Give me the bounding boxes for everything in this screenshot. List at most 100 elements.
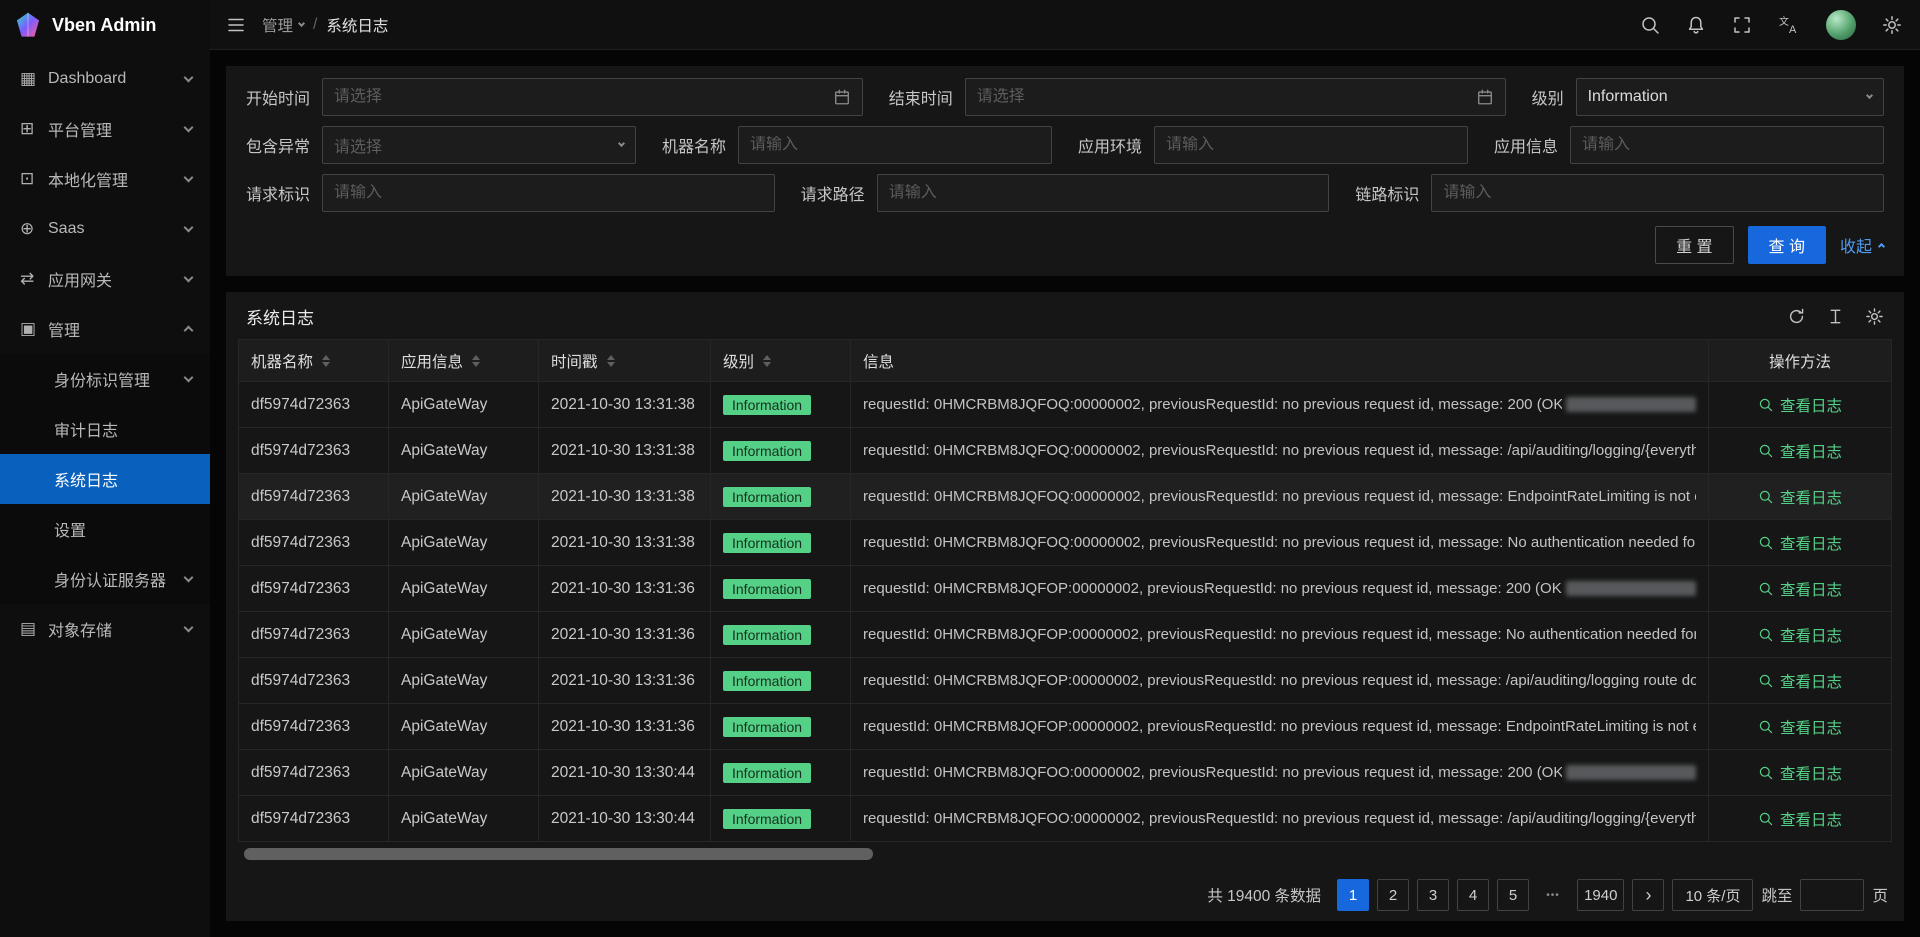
table-row[interactable]: df5974d72363 ApiGateWay 2021-10-30 13:31…	[239, 428, 1891, 474]
view-log-button[interactable]: 查看日志	[1758, 578, 1842, 600]
cell-machine-name: df5974d72363	[239, 566, 389, 611]
breadcrumb-parent[interactable]: 管理	[262, 14, 304, 36]
sidebar-item[interactable]: 设置	[0, 504, 210, 554]
row-height-icon[interactable]	[1826, 307, 1845, 326]
page-button[interactable]: 1940	[1577, 879, 1624, 911]
column-header[interactable]: 级别	[711, 340, 851, 381]
machine-name-control[interactable]	[738, 126, 1052, 164]
column-settings-gear-icon[interactable]	[1865, 307, 1884, 326]
request-path-input[interactable]	[889, 184, 1318, 202]
cell-machine-name: df5974d72363	[239, 382, 389, 427]
logo[interactable]: Vben Admin	[0, 0, 210, 50]
menu-fold-icon[interactable]	[226, 15, 246, 35]
filter-field-app-info: 应用信息	[1494, 126, 1884, 164]
translate-icon[interactable]: 文 A	[1778, 15, 1800, 35]
end-time-input[interactable]	[977, 88, 1468, 106]
table-row[interactable]: df5974d72363 ApiGateWay 2021-10-30 13:30…	[239, 796, 1891, 842]
column-header[interactable]: 时间戳	[539, 340, 711, 381]
sort-icon[interactable]	[763, 355, 771, 367]
view-log-button[interactable]: 查看日志	[1758, 440, 1842, 462]
breadcrumb-separator: /	[313, 16, 317, 34]
table-row[interactable]: df5974d72363 ApiGateWay 2021-10-30 13:31…	[239, 520, 1891, 566]
trace-id-input[interactable]	[1443, 184, 1872, 202]
column-header[interactable]: 操作方法	[1709, 340, 1891, 381]
column-header[interactable]: 应用信息	[389, 340, 539, 381]
request-id-control[interactable]	[322, 174, 775, 212]
request-path-control[interactable]	[877, 174, 1330, 212]
fullscreen-icon[interactable]	[1732, 15, 1752, 35]
page-button[interactable]: 4	[1457, 879, 1489, 911]
sidebar-item[interactable]: ⊡ 本地化管理	[0, 154, 210, 204]
sort-icon[interactable]	[322, 355, 330, 367]
sidebar-item[interactable]: 系统日志	[0, 454, 210, 504]
page-button[interactable]: 2	[1377, 879, 1409, 911]
content: 开始时间 结束时间	[210, 50, 1920, 937]
cell-app-info: ApiGateWay	[389, 704, 539, 749]
column-header[interactable]: 机器名称	[239, 340, 389, 381]
exception-select[interactable]: 请选择	[322, 126, 636, 164]
avatar[interactable]	[1826, 10, 1856, 40]
collapse-link[interactable]: 收起	[1840, 233, 1884, 257]
app-env-input[interactable]	[1166, 136, 1456, 154]
app-info-control[interactable]	[1570, 126, 1884, 164]
sidebar-menu: ▦ Dashboard ⊞ 平台管理 ⊡ 本地化管理 ⊕ Saas ⇄ 应用网关	[0, 50, 210, 937]
sidebar-item[interactable]: 审计日志	[0, 404, 210, 454]
view-log-button[interactable]: 查看日志	[1758, 808, 1842, 830]
table-row[interactable]: df5974d72363 ApiGateWay 2021-10-30 13:31…	[239, 704, 1891, 750]
table-row[interactable]: df5974d72363 ApiGateWay 2021-10-30 13:31…	[239, 382, 1891, 428]
page-buttons: 1 2 3 4 5 ••• 1940	[1337, 879, 1664, 911]
view-log-button[interactable]: 查看日志	[1758, 762, 1842, 784]
exception-select-placeholder: 请选择	[334, 133, 611, 157]
table-row[interactable]: df5974d72363 ApiGateWay 2021-10-30 13:31…	[239, 566, 1891, 612]
table-row[interactable]: df5974d72363 ApiGateWay 2021-10-30 13:30…	[239, 750, 1891, 796]
sidebar-item[interactable]: ▣ 管理	[0, 304, 210, 354]
cell-level: Information	[711, 382, 851, 427]
column-header[interactable]: 信息	[851, 340, 1709, 381]
page-button[interactable]: 1	[1337, 879, 1369, 911]
sidebar-item[interactable]: ▤ 对象存储	[0, 604, 210, 654]
horizontal-scrollbar[interactable]	[238, 848, 1892, 860]
search-icon[interactable]	[1640, 15, 1660, 35]
sidebar-item[interactable]: ⇄ 应用网关	[0, 254, 210, 304]
view-log-button[interactable]: 查看日志	[1758, 624, 1842, 646]
machine-name-input[interactable]	[750, 136, 1040, 154]
page-button[interactable]: 3	[1417, 879, 1449, 911]
reset-button[interactable]: 重 置	[1655, 226, 1733, 264]
page-button[interactable]: ›	[1632, 879, 1664, 911]
start-time-input[interactable]	[334, 88, 825, 106]
page-size-select[interactable]: 10 条/页	[1672, 879, 1753, 911]
cell-level: Information	[711, 704, 851, 749]
page-button[interactable]: •••	[1537, 879, 1569, 911]
sort-icon[interactable]	[607, 355, 615, 367]
view-log-button[interactable]: 查看日志	[1758, 486, 1842, 508]
end-time-picker[interactable]	[965, 78, 1506, 116]
sidebar-item[interactable]: ▦ Dashboard	[0, 54, 210, 104]
request-id-input[interactable]	[334, 184, 763, 202]
table-row[interactable]: df5974d72363 ApiGateWay 2021-10-30 13:31…	[239, 658, 1891, 704]
app-env-control[interactable]	[1154, 126, 1468, 164]
settings-gear-icon[interactable]	[1882, 15, 1902, 35]
scrollbar-thumb[interactable]	[244, 848, 873, 860]
table-row[interactable]: df5974d72363 ApiGateWay 2021-10-30 13:31…	[239, 612, 1891, 658]
cell-app-info: ApiGateWay	[389, 474, 539, 519]
page-button[interactable]: 5	[1497, 879, 1529, 911]
sidebar-item[interactable]: 身份认证服务器	[0, 554, 210, 604]
trace-id-control[interactable]	[1431, 174, 1884, 212]
cell-machine-name: df5974d72363	[239, 520, 389, 565]
view-log-button[interactable]: 查看日志	[1758, 394, 1842, 416]
view-log-button[interactable]: 查看日志	[1758, 716, 1842, 738]
table-row[interactable]: df5974d72363 ApiGateWay 2021-10-30 13:31…	[239, 474, 1891, 520]
view-log-button[interactable]: 查看日志	[1758, 670, 1842, 692]
start-time-picker[interactable]	[322, 78, 863, 116]
sidebar-item[interactable]: 身份标识管理	[0, 354, 210, 404]
level-select[interactable]: Information	[1576, 78, 1884, 116]
jump-page-input[interactable]	[1800, 879, 1864, 911]
view-log-button[interactable]: 查看日志	[1758, 532, 1842, 554]
app-info-input[interactable]	[1582, 136, 1872, 154]
sidebar-item[interactable]: ⊕ Saas	[0, 204, 210, 254]
sort-icon[interactable]	[472, 355, 480, 367]
refresh-icon[interactable]	[1787, 307, 1806, 326]
notification-bell-icon[interactable]	[1686, 15, 1706, 35]
sidebar-item[interactable]: ⊞ 平台管理	[0, 104, 210, 154]
query-button[interactable]: 查 询	[1748, 226, 1826, 264]
